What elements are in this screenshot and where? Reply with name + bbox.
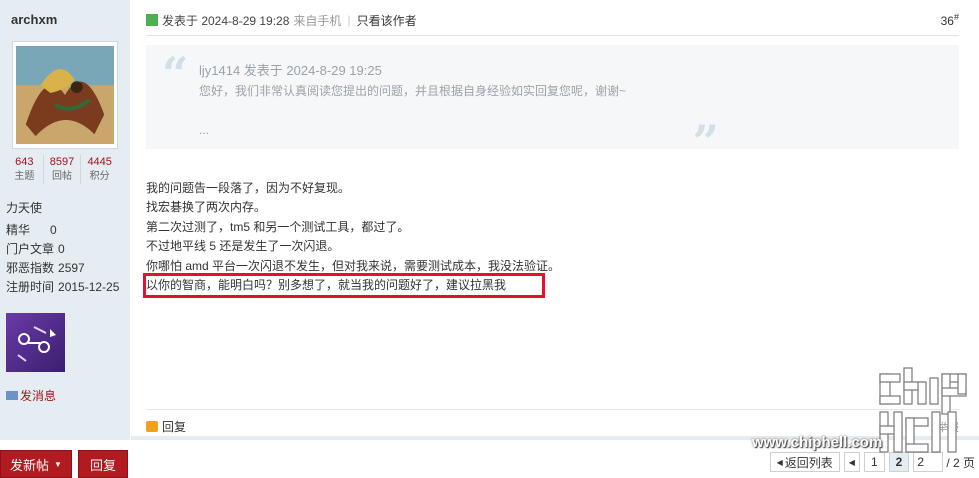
info-key: 邪恶指数 (6, 261, 55, 275)
avatar[interactable] (12, 41, 118, 149)
reply-button[interactable]: 回复 (78, 450, 128, 478)
watermark-url: www.chiphell.com (752, 434, 883, 451)
info-row: 注册时间 2015-12-25 (6, 277, 119, 296)
reply-link[interactable]: 回复 (162, 418, 186, 435)
stat-replies[interactable]: 8597 回帖 (42, 155, 81, 184)
content-line: 第二次过测了，tm5 和另一个测试工具，都过了。 (146, 219, 410, 234)
online-status-icon (146, 14, 158, 26)
author-sidebar: archxm 643 主题 8597 回帖 4445 积分 力天使 精华 0 门… (0, 0, 130, 440)
chiphell-logo-icon (879, 367, 967, 453)
stat-label: 积分 (89, 171, 110, 182)
new-post-button[interactable]: 发新帖 ▼ (0, 450, 72, 478)
info-value: 2597 (58, 260, 85, 275)
highlight-box (143, 273, 545, 298)
stat-points[interactable]: 4445 积分 (80, 155, 118, 184)
stat-label: 主题 (14, 171, 35, 182)
close-quote-icon: ” (692, 115, 719, 169)
author-username[interactable]: archxm (11, 12, 57, 27)
info-key: 精华 (6, 223, 31, 237)
chevron-down-icon: ▼ (54, 459, 62, 469)
content-line: 找宏碁换了两次内存。 (146, 200, 267, 215)
author-info: 精华 0 门户文章 0 邪恶指数 2597 注册时间 2015-12-25 (6, 220, 119, 296)
stat-threads[interactable]: 643 主题 (6, 155, 43, 184)
reply-icon (146, 421, 158, 432)
only-author-link[interactable]: 只看该作者 (357, 12, 417, 29)
separator: | (347, 13, 351, 27)
stat-value: 643 (15, 156, 34, 168)
quote-ellipsis: ... (199, 123, 210, 137)
info-value: 2015-12-25 (58, 279, 120, 294)
info-value: 0 (58, 241, 65, 256)
site-watermark: www.chiphell.com (752, 360, 977, 460)
stat-label: 回帖 (52, 171, 72, 182)
info-key: 注册时间 (6, 280, 55, 294)
info-row: 门户文章 0 (6, 239, 119, 258)
envelope-icon (6, 391, 18, 400)
post-source: 来自手机 (293, 13, 342, 28)
quote-block: “ ljy1414 发表于 2024-8-29 19:25 您好，我们非常认真阅… (146, 45, 959, 165)
quote-text: 您好，我们非常认真阅读您提出的问题，并且根据自身经验如实回复您呢，谢谢~ (199, 84, 627, 98)
author-stats: 643 主题 8597 回帖 4445 积分 (6, 155, 118, 184)
floor-sup: # (953, 12, 959, 22)
floor-value: 36 (940, 14, 954, 28)
medal-badge[interactable] (6, 313, 65, 372)
info-key: 门户文章 (6, 242, 55, 256)
new-post-label: 发新帖 (10, 457, 50, 473)
post-time: 发表于 2024-8-29 19:28 (162, 13, 290, 28)
open-quote-icon: “ (162, 47, 189, 101)
info-row: 精华 0 (6, 220, 119, 239)
info-value: 0 (50, 222, 57, 237)
content-line: 不过地平线 5 还是发生了一次闪退。 (146, 239, 340, 254)
floor-number[interactable]: 36# (941, 12, 959, 28)
user-group[interactable]: 力天使 (6, 199, 42, 216)
send-message-label: 发消息 (20, 389, 57, 403)
stat-value: 4445 (87, 156, 112, 168)
stat-value: 8597 (49, 156, 75, 168)
info-row: 邪恶指数 2597 (6, 258, 119, 277)
post-header: 发表于 2024-8-29 19:28 来自手机 | 只看该作者 36# (146, 12, 959, 28)
divider (146, 35, 959, 36)
quote-header[interactable]: ljy1414 发表于 2024-8-29 19:25 (199, 60, 382, 79)
send-message-link[interactable]: 发消息 (6, 387, 56, 404)
content-line: 我的问题告一段落了，因为不好复现。 (146, 181, 351, 195)
